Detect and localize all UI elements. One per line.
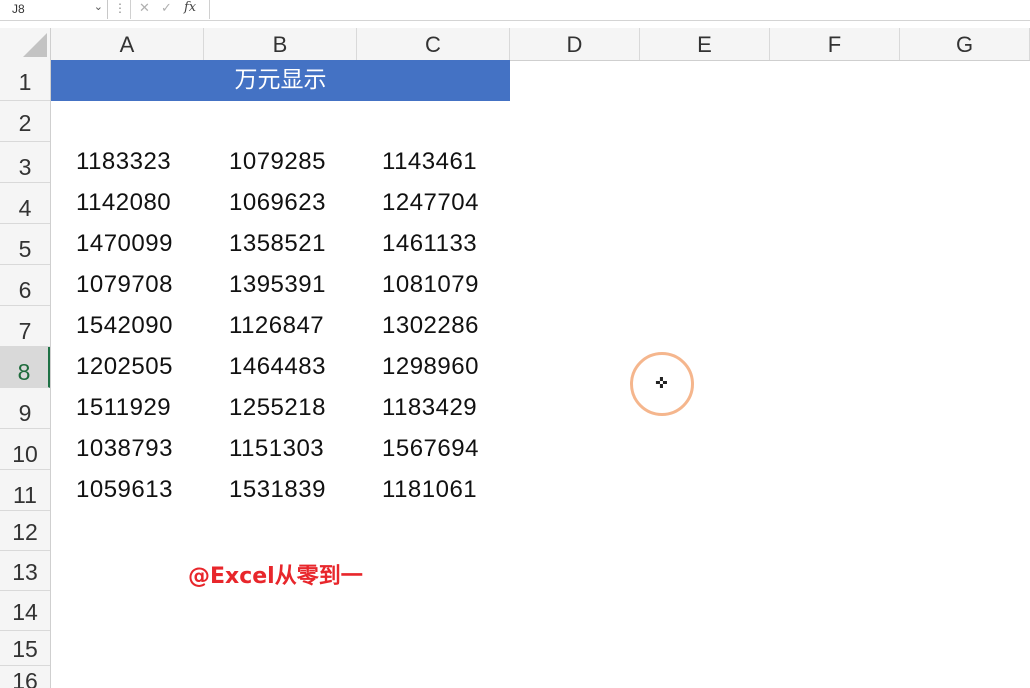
- row-header-16[interactable]: 16: [0, 666, 50, 688]
- cell-b3[interactable]: 1079285: [229, 148, 326, 176]
- cancel-icon[interactable]: ✕: [139, 0, 150, 16]
- row-header-10[interactable]: 10: [0, 429, 50, 470]
- column-header-d[interactable]: D: [510, 28, 640, 60]
- cell-b10[interactable]: 1151303: [229, 435, 324, 463]
- name-box[interactable]: J8 ⌄: [0, 0, 108, 19]
- cell-c9[interactable]: 1183429: [382, 394, 477, 422]
- cell-a9[interactable]: 1511929: [76, 394, 171, 422]
- column-header-a[interactable]: A: [51, 28, 204, 60]
- cell-a3[interactable]: 1183323: [76, 148, 171, 176]
- cell-b7[interactable]: 1126847: [229, 312, 324, 340]
- cell-b5[interactable]: 1358521: [229, 230, 326, 258]
- row-header-15[interactable]: 15: [0, 631, 50, 666]
- cell-a11[interactable]: 1059613: [76, 476, 173, 504]
- row-header-5[interactable]: 5: [0, 224, 50, 265]
- row-header-13[interactable]: 13: [0, 551, 50, 591]
- row-header-12[interactable]: 12: [0, 511, 50, 551]
- column-header-b[interactable]: B: [204, 28, 357, 60]
- formula-input[interactable]: [209, 0, 1030, 19]
- column-header-c[interactable]: C: [357, 28, 510, 60]
- column-header-bar: A B C D E F G: [0, 28, 1030, 61]
- cell-b4[interactable]: 1069623: [229, 189, 326, 217]
- select-all-button[interactable]: [0, 28, 51, 60]
- insert-function-icon[interactable]: fx: [184, 0, 196, 15]
- cell-c11[interactable]: 1181061: [382, 476, 477, 504]
- cell-a6[interactable]: 1079708: [76, 271, 173, 299]
- cell-a10[interactable]: 1038793: [76, 435, 173, 463]
- cell-cursor-icon: ✜: [655, 375, 668, 392]
- row-header-3[interactable]: 3: [0, 142, 50, 183]
- cell-c5[interactable]: 1461133: [382, 230, 477, 258]
- confirm-icon[interactable]: ✓: [161, 0, 172, 16]
- row-header-bar: 1 2 3 4 5 6 7 8 9 10 11 12 13 14 15 16: [0, 60, 51, 688]
- cell-a4[interactable]: 1142080: [76, 189, 171, 217]
- row-header-6[interactable]: 6: [0, 265, 50, 306]
- row-header-4[interactable]: 4: [0, 183, 50, 224]
- row-header-2[interactable]: 2: [0, 101, 50, 142]
- name-box-value: J8: [12, 2, 25, 16]
- cell-b11[interactable]: 1531839: [229, 476, 326, 504]
- column-header-e[interactable]: E: [640, 28, 770, 60]
- cell-b8[interactable]: 1464483: [229, 353, 326, 381]
- title-cell[interactable]: 万元显示: [51, 60, 510, 101]
- cell-c3[interactable]: 1143461: [382, 148, 477, 176]
- cell-b9[interactable]: 1255218: [229, 394, 326, 422]
- row-header-9[interactable]: 9: [0, 388, 50, 429]
- cell-c10[interactable]: 1567694: [382, 435, 479, 463]
- row-header-1[interactable]: 1: [0, 60, 50, 101]
- more-options-icon[interactable]: ⋮: [114, 1, 126, 15]
- cell-a7[interactable]: 1542090: [76, 312, 173, 340]
- cell-c8[interactable]: 1298960: [382, 353, 479, 381]
- cell-c7[interactable]: 1302286: [382, 312, 479, 340]
- cell-a5[interactable]: 1470099: [76, 230, 173, 258]
- watermark-text: @Excel从零到一: [188, 564, 363, 589]
- formula-buttons: ✕ ✓ fx: [130, 0, 210, 19]
- row-header-14[interactable]: 14: [0, 591, 50, 631]
- select-all-icon: [23, 33, 47, 57]
- formula-bar: J8 ⌄ ⋮ ✕ ✓ fx: [0, 0, 1030, 21]
- row-header-7[interactable]: 7: [0, 306, 50, 347]
- column-header-g[interactable]: G: [900, 28, 1030, 60]
- cell-b6[interactable]: 1395391: [229, 271, 326, 299]
- cell-c6[interactable]: 1081079: [382, 271, 479, 299]
- chevron-down-icon[interactable]: ⌄: [94, 0, 103, 13]
- cell-a8[interactable]: 1202505: [76, 353, 173, 381]
- column-header-f[interactable]: F: [770, 28, 900, 60]
- cell-c4[interactable]: 1247704: [382, 189, 479, 217]
- row-header-11[interactable]: 11: [0, 470, 50, 511]
- row-header-8[interactable]: 8: [0, 347, 50, 388]
